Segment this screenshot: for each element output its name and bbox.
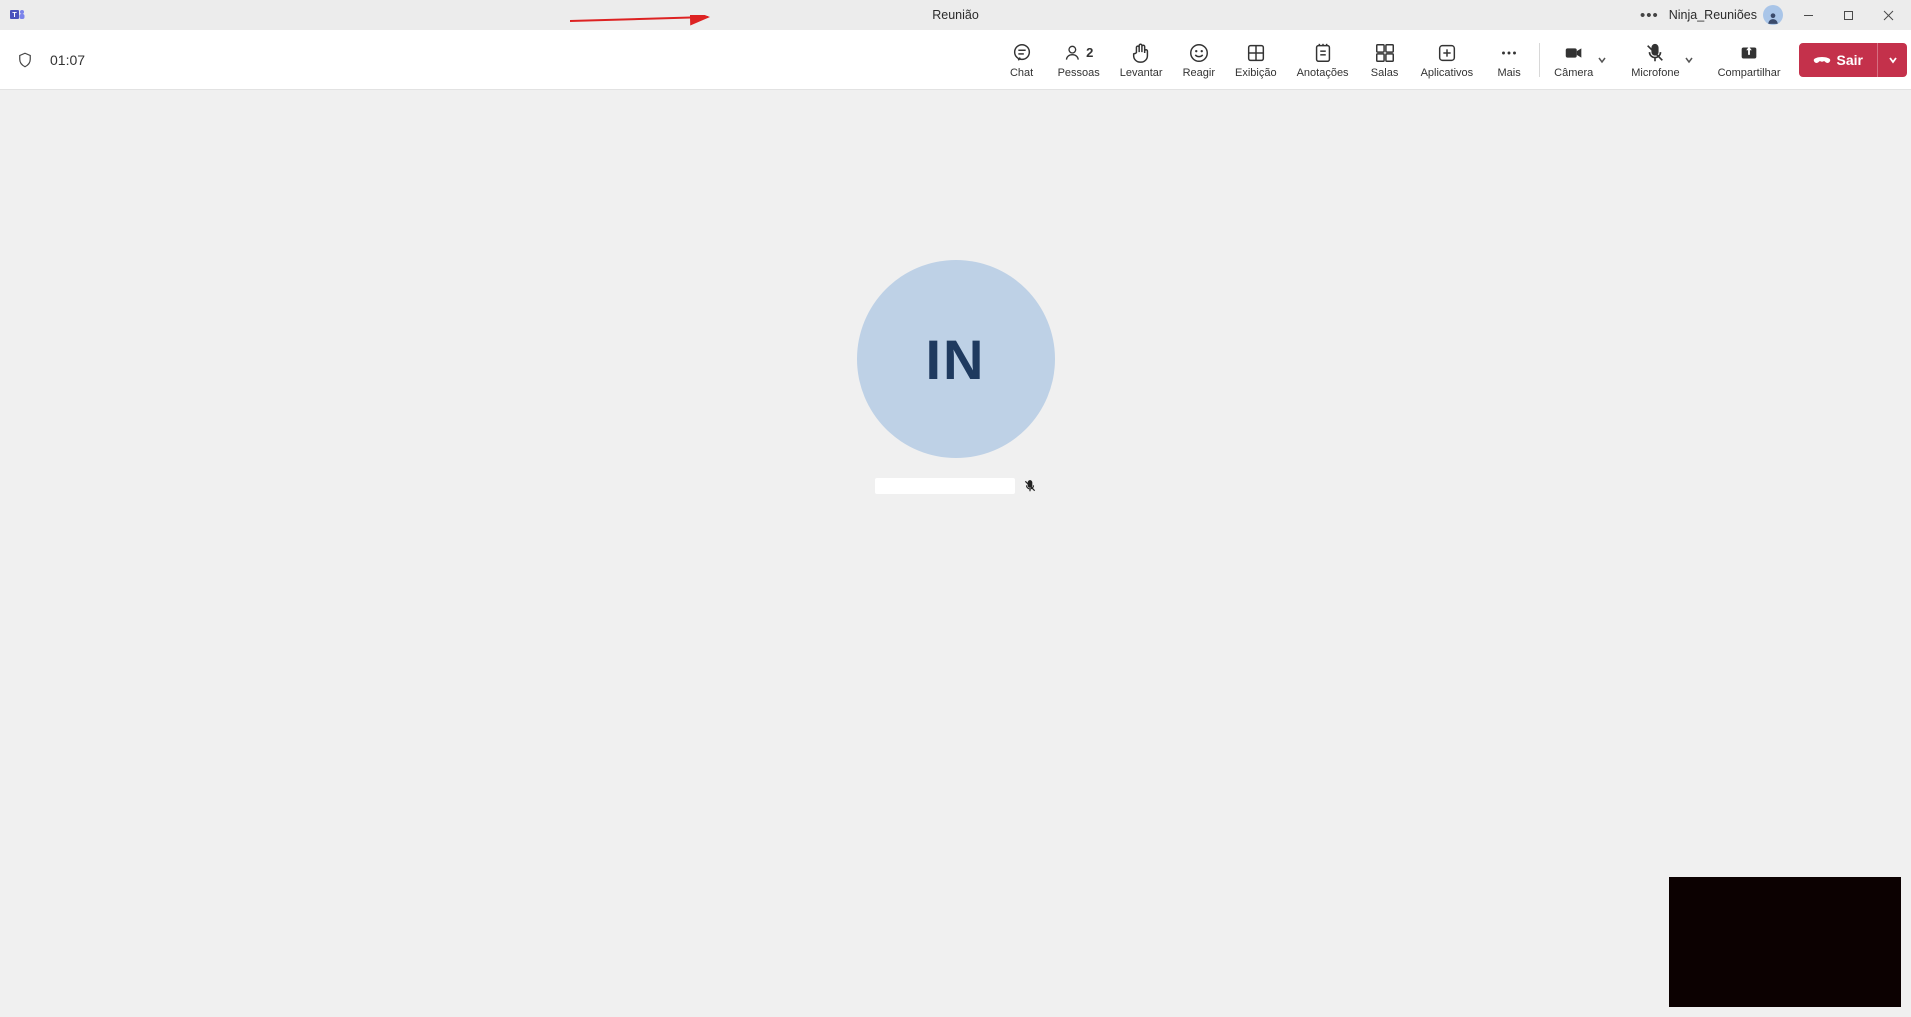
camera-label: Câmera bbox=[1554, 67, 1593, 79]
meeting-toolbar: 01:07 Chat 2 Pessoas Levantar R bbox=[0, 30, 1911, 90]
participant-name-row bbox=[875, 478, 1037, 494]
rooms-icon bbox=[1374, 41, 1396, 65]
apps-icon bbox=[1436, 41, 1458, 65]
react-label: Reagir bbox=[1183, 67, 1215, 79]
microphone-chevron-icon[interactable] bbox=[1680, 55, 1698, 65]
participant-avatar: IN bbox=[857, 260, 1055, 458]
share-button[interactable]: Compartilhar bbox=[1708, 30, 1791, 89]
notes-button[interactable]: Anotações bbox=[1287, 30, 1359, 89]
current-user-avatar bbox=[1763, 5, 1783, 25]
notes-label: Anotações bbox=[1297, 67, 1349, 79]
participant-tile: IN bbox=[857, 260, 1055, 494]
window-minimize-button[interactable] bbox=[1793, 3, 1823, 27]
people-count: 2 bbox=[1086, 45, 1093, 60]
participant-muted-icon bbox=[1023, 479, 1037, 493]
leave-dropdown-button[interactable] bbox=[1877, 43, 1907, 77]
people-label: Pessoas bbox=[1058, 67, 1100, 79]
microphone-label: Microfone bbox=[1631, 67, 1679, 79]
meeting-timer: 01:07 bbox=[50, 52, 85, 68]
raise-hand-label: Levantar bbox=[1120, 67, 1163, 79]
chat-label: Chat bbox=[1010, 67, 1033, 79]
toolbar-separator bbox=[1539, 43, 1540, 77]
title-bar: T Reunião ••• Ninja_Reuniões bbox=[0, 0, 1911, 30]
svg-text:T: T bbox=[12, 12, 17, 19]
meeting-stage: IN bbox=[0, 90, 1911, 1017]
rooms-button[interactable]: Salas bbox=[1359, 30, 1411, 89]
camera-button[interactable]: Câmera bbox=[1544, 30, 1621, 89]
chat-icon bbox=[1011, 41, 1033, 65]
current-user-name: Ninja_Reuniões bbox=[1669, 8, 1757, 22]
more-icon bbox=[1498, 41, 1520, 65]
notes-icon bbox=[1312, 41, 1334, 65]
leave-button-group: Sair bbox=[1799, 43, 1907, 77]
react-button[interactable]: Reagir bbox=[1173, 30, 1225, 89]
more-button[interactable]: Mais bbox=[1483, 30, 1535, 89]
raise-hand-icon bbox=[1130, 41, 1152, 65]
people-button[interactable]: 2 Pessoas bbox=[1048, 30, 1110, 89]
leave-label: Sair bbox=[1837, 52, 1863, 68]
microphone-button[interactable]: Microfone bbox=[1621, 30, 1707, 89]
apps-label: Aplicativos bbox=[1421, 67, 1474, 79]
leave-button[interactable]: Sair bbox=[1799, 43, 1877, 77]
shield-icon[interactable] bbox=[16, 51, 34, 69]
view-icon bbox=[1245, 41, 1267, 65]
share-icon bbox=[1738, 41, 1760, 65]
more-label: Mais bbox=[1498, 67, 1521, 79]
participant-name-redacted bbox=[875, 478, 1015, 494]
react-icon bbox=[1188, 41, 1210, 65]
self-video-thumbnail[interactable] bbox=[1669, 877, 1901, 1007]
microphone-muted-icon bbox=[1644, 41, 1666, 65]
window-close-button[interactable] bbox=[1873, 3, 1903, 27]
window-maximize-button[interactable] bbox=[1833, 3, 1863, 27]
chat-button[interactable]: Chat bbox=[996, 30, 1048, 89]
window-title: Reunião bbox=[932, 8, 979, 22]
hangup-icon bbox=[1813, 51, 1831, 69]
view-label: Exibição bbox=[1235, 67, 1277, 79]
participant-initials: IN bbox=[926, 327, 986, 392]
people-icon: 2 bbox=[1064, 41, 1093, 65]
teams-app-icon: T bbox=[10, 7, 26, 23]
current-user[interactable]: Ninja_Reuniões bbox=[1669, 5, 1783, 25]
titlebar-more-button[interactable]: ••• bbox=[1640, 7, 1659, 24]
share-label: Compartilhar bbox=[1718, 67, 1781, 79]
camera-icon bbox=[1563, 41, 1585, 65]
view-button[interactable]: Exibição bbox=[1225, 30, 1287, 89]
rooms-label: Salas bbox=[1371, 67, 1399, 79]
raise-hand-button[interactable]: Levantar bbox=[1110, 30, 1173, 89]
apps-button[interactable]: Aplicativos bbox=[1411, 30, 1484, 89]
camera-chevron-icon[interactable] bbox=[1593, 55, 1611, 65]
